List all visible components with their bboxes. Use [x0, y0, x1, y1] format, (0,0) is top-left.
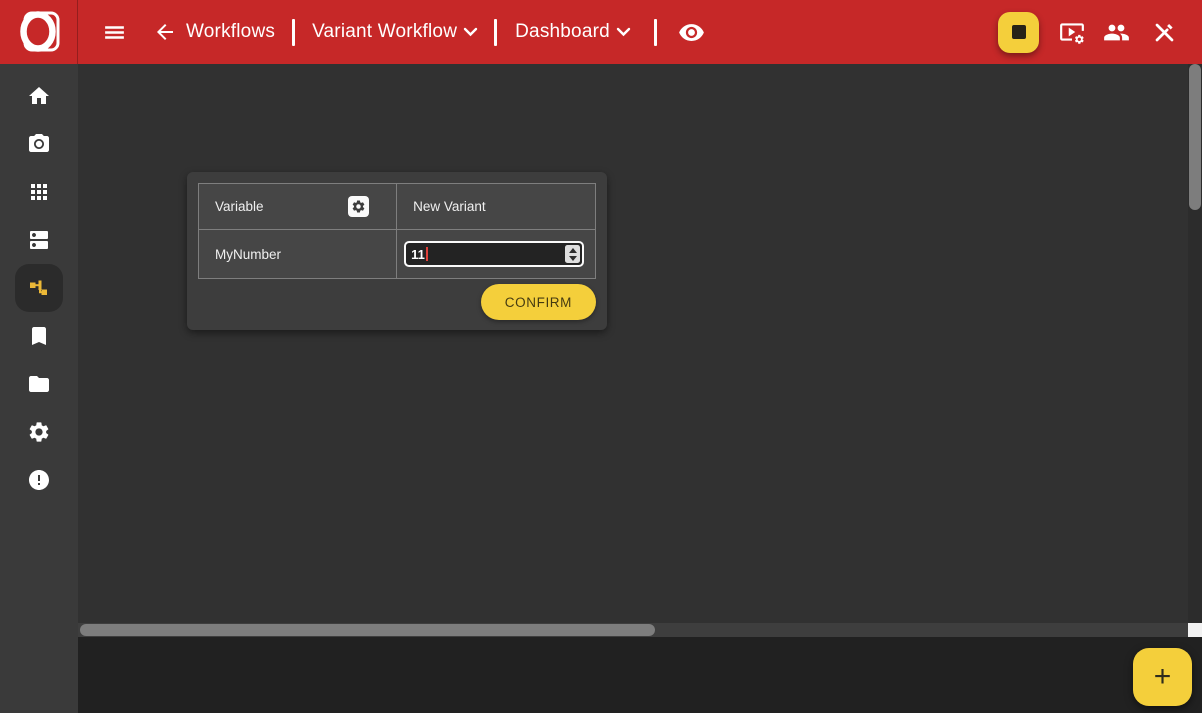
chevron-down-icon	[616, 27, 631, 37]
divider	[653, 18, 657, 46]
variant-value-input[interactable]	[404, 241, 585, 267]
workflow-selector[interactable]: Variant Workflow	[312, 21, 478, 43]
vertical-scrollbar	[1188, 64, 1202, 623]
sidebar-item-settings[interactable]	[15, 408, 63, 456]
breadcrumb-workflows[interactable]: Workflows	[186, 21, 275, 43]
dashboard-canvas: Variable New Variant MyNumber 11 CONFIRM	[78, 64, 1188, 623]
visibility-icon[interactable]	[678, 19, 705, 46]
sidebar-item-camera[interactable]	[15, 120, 63, 168]
edit-off-icon[interactable]	[1152, 20, 1177, 45]
sidebar-item-files[interactable]	[15, 360, 63, 408]
scrollbar-corner	[1188, 623, 1202, 637]
home-icon	[29, 87, 49, 104]
confirm-button[interactable]: CONFIRM	[480, 284, 596, 320]
variable-name-label: MyNumber	[215, 246, 282, 262]
text-caret	[426, 247, 429, 261]
back-arrow-icon[interactable]	[153, 20, 177, 44]
camera-icon	[29, 134, 49, 152]
column-header-new-variant: New Variant	[413, 199, 486, 214]
bottom-panel: +	[78, 637, 1202, 713]
group-icon[interactable]	[1103, 19, 1130, 46]
hamburger-menu-icon[interactable]	[102, 20, 127, 45]
bookmark-icon	[32, 327, 46, 345]
logo-o-icon	[19, 11, 59, 52]
spinner-up-icon	[568, 247, 577, 253]
horizontal-scrollbar-thumb[interactable]	[80, 624, 655, 636]
gear-icon	[29, 422, 49, 442]
apps-grid-icon	[31, 184, 47, 200]
settings-applications-icon	[352, 200, 365, 213]
sidebar-nav	[0, 64, 78, 713]
top-app-bar: Workflows Variant Workflow Dashboard	[0, 0, 1202, 64]
sidebar-item-dns[interactable]	[15, 216, 63, 264]
schema-icon	[30, 280, 47, 295]
spinner-down-icon	[568, 255, 577, 261]
sidebar-item-bookmarks[interactable]	[15, 312, 63, 360]
view-selector-label: Dashboard	[515, 21, 610, 42]
number-spinner[interactable]	[565, 245, 581, 263]
number-input-wrap	[404, 241, 585, 267]
video-settings-icon[interactable]	[1059, 19, 1085, 45]
workflow-selector-label: Variant Workflow	[312, 21, 458, 42]
sidebar-item-workflows[interactable]	[15, 264, 63, 312]
horizontal-scrollbar	[78, 623, 1188, 637]
sidebar-item-alerts[interactable]	[15, 456, 63, 504]
variable-table: Variable New Variant MyNumber 11	[197, 183, 596, 279]
add-fab-button[interactable]: +	[1133, 648, 1192, 706]
error-icon	[29, 470, 49, 490]
app-window: Workflows Variant Workflow Dashboard Var…	[0, 0, 1202, 713]
stop-button[interactable]	[998, 11, 1039, 53]
divider	[292, 18, 296, 46]
folder-icon	[29, 376, 49, 392]
variable-settings-button[interactable]	[348, 196, 370, 217]
column-header-variable: Variable	[215, 199, 264, 214]
view-selector[interactable]: Dashboard	[515, 21, 631, 43]
sidebar-item-apps[interactable]	[15, 168, 63, 216]
dns-icon	[30, 231, 48, 249]
variant-form-card: Variable New Variant MyNumber 11 CONFIRM	[187, 172, 607, 330]
app-logo[interactable]	[0, 0, 78, 64]
vertical-scrollbar-thumb[interactable]	[1189, 64, 1201, 210]
sidebar-item-home[interactable]	[15, 72, 63, 120]
divider	[494, 18, 498, 46]
stop-icon	[1011, 25, 1026, 39]
chevron-down-icon	[463, 27, 478, 37]
